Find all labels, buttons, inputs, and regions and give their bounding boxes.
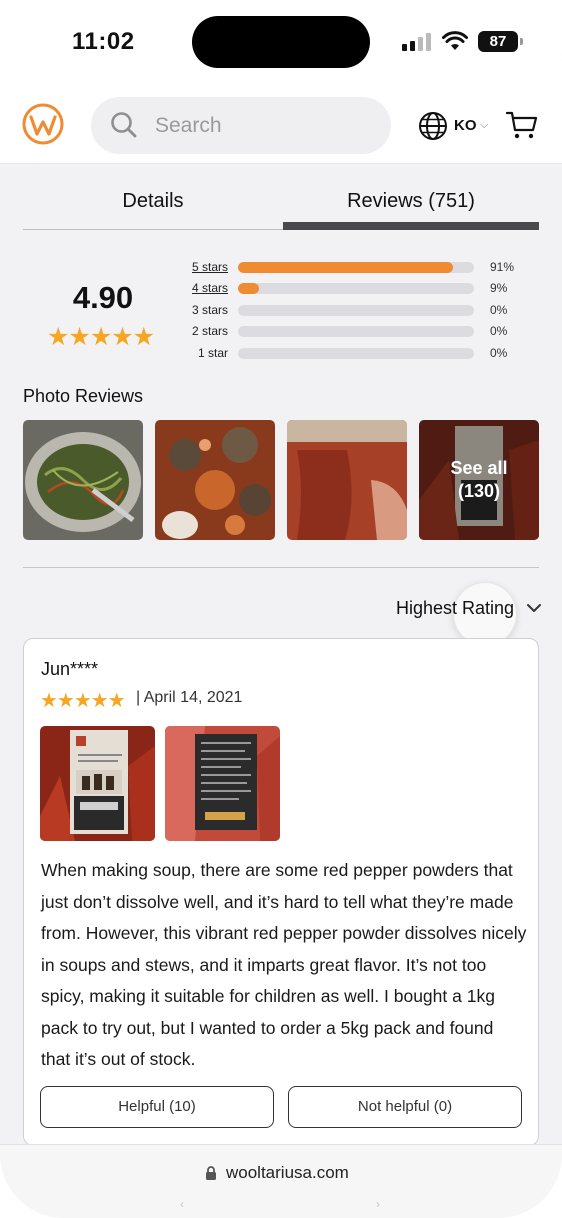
rating-bar <box>238 347 474 359</box>
rating-row-percent: 0% <box>490 324 508 339</box>
rating-row-label: 1 star <box>197 345 228 360</box>
see-all-label: See all <box>450 457 508 478</box>
tab-details[interactable]: Details <box>23 190 283 213</box>
active-tab-indicator <box>283 222 539 230</box>
average-rating-stars: ★★★★★ <box>47 323 155 351</box>
site-header: Search KO ⌵ <box>0 86 562 164</box>
sort-dropdown[interactable]: Highest Rating <box>396 598 514 619</box>
rating-row-percent: 91% <box>490 260 515 274</box>
forward-icon[interactable]: › <box>376 1197 380 1211</box>
chevron-down-icon[interactable] <box>526 602 542 614</box>
rating-distribution: 5 stars 91% 4 stars 9% 3 stars 0% 2 star… <box>192 258 532 365</box>
rating-row-percent: 0% <box>490 302 508 317</box>
search-icon <box>111 112 137 138</box>
globe-icon[interactable] <box>418 111 448 141</box>
rating-row-label[interactable]: 4 stars <box>192 281 232 295</box>
rating-bar <box>238 283 474 295</box>
cart-icon[interactable] <box>506 110 538 140</box>
search-placeholder: Search <box>155 114 222 137</box>
see-all-count: (130) <box>457 481 501 501</box>
see-all-overlay: See all (130) <box>419 420 539 540</box>
rating-row-4[interactable]: 4 stars 9% <box>192 279 532 300</box>
rating-bar <box>238 326 474 338</box>
review-text: When making soup, there are some red pep… <box>41 860 527 1069</box>
status-bar: 11:02 87 <box>0 0 562 86</box>
review-image[interactable] <box>165 726 280 841</box>
rating-bar <box>238 262 474 273</box>
battery-indicator: 87 <box>478 31 523 52</box>
dynamic-island <box>192 16 370 68</box>
rating-row-label: 2 stars <box>192 324 229 339</box>
search-input[interactable]: Search <box>91 97 391 154</box>
photo-review-thumbnail[interactable] <box>287 420 407 540</box>
wifi-icon <box>442 31 468 50</box>
rating-row-2: 2 stars 0% <box>192 322 532 343</box>
rating-row-label: 3 stars <box>192 302 229 317</box>
status-time: 11:02 <box>72 28 135 55</box>
helpful-button[interactable]: Helpful (10) <box>40 1086 274 1128</box>
photo-review-thumbnail[interactable] <box>23 420 143 540</box>
rating-row-3: 3 stars 0% <box>192 301 532 322</box>
photo-review-thumbnail[interactable] <box>155 420 275 540</box>
browser-address-bar[interactable]: wooltariusa.com ‹ › <box>0 1144 562 1218</box>
photo-reviews-title: Photo Reviews <box>23 386 144 406</box>
see-all-photos-button[interactable]: See all (130) <box>419 420 539 540</box>
lock-icon <box>206 1166 216 1180</box>
wooltari-logo[interactable] <box>22 103 64 145</box>
rating-row-percent: 9% <box>490 281 508 296</box>
chevron-down-icon: ⌵ <box>480 119 489 131</box>
rating-bar <box>238 304 474 316</box>
product-tabs: Details Reviews (751) <box>23 164 539 230</box>
phone-screen: 11:02 87 Search KO ⌵ Details Reviews (75… <box>0 0 562 1218</box>
browser-url[interactable]: wooltariusa.com <box>226 1163 349 1183</box>
reviewer-name: Jun**** <box>41 659 99 679</box>
back-icon[interactable]: ‹ <box>180 1197 184 1211</box>
cellular-signal-icon <box>402 33 432 51</box>
review-date: | April 14, 2021 <box>136 689 243 706</box>
tab-reviews[interactable]: Reviews (751) <box>283 190 539 213</box>
review-stars: ★★★★★ <box>40 690 126 712</box>
review-image[interactable] <box>40 726 155 841</box>
rating-row-label[interactable]: 5 stars <box>192 260 232 274</box>
section-divider <box>23 567 539 568</box>
language-selector[interactable]: KO <box>454 117 477 134</box>
not-helpful-button[interactable]: Not helpful (0) <box>288 1086 522 1128</box>
rating-row-5[interactable]: 5 stars 91% <box>192 258 532 279</box>
review-card: Jun**** ★★★★★ | April 14, 2021 When maki… <box>23 638 539 1146</box>
average-rating: 4.90 <box>72 280 134 315</box>
rating-row-1: 1 star 0% <box>192 344 532 365</box>
photo-reviews-strip: See all (130) <box>23 420 539 540</box>
rating-row-percent: 0% <box>490 345 508 360</box>
